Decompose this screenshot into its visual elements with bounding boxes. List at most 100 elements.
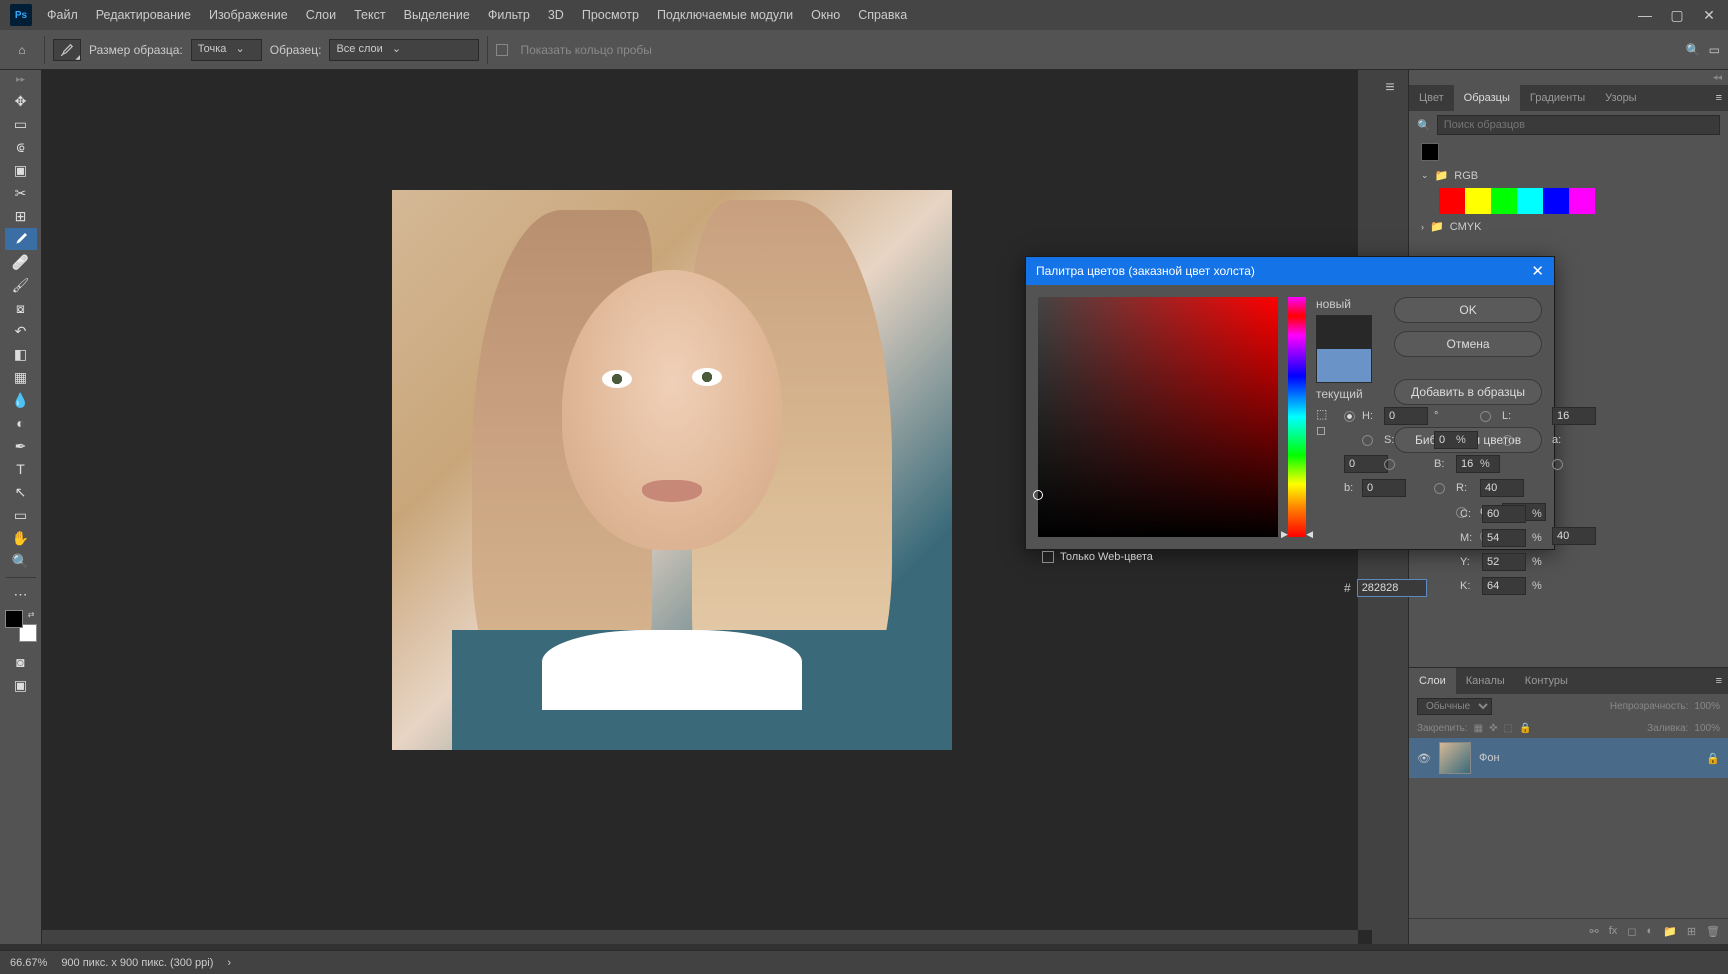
ok-button[interactable]: OK xyxy=(1394,297,1542,323)
lock-pixels-icon[interactable]: ▦ xyxy=(1474,723,1483,734)
move-tool[interactable]: ✥ xyxy=(5,90,37,112)
layer-thumbnail[interactable] xyxy=(1439,742,1471,774)
gradient-tool[interactable]: ▦ xyxy=(5,366,37,388)
foreground-color[interactable] xyxy=(5,610,23,628)
crop-tool[interactable]: ✂ xyxy=(5,182,37,204)
delete-layer-icon[interactable]: 🗑 xyxy=(1706,925,1720,938)
sample-size-dropdown[interactable]: Точка ⌄ xyxy=(191,39,262,61)
type-tool[interactable]: T xyxy=(5,458,37,480)
blend-mode-dropdown[interactable]: Обычные xyxy=(1417,698,1492,715)
swatch-red[interactable] xyxy=(1439,188,1465,214)
search-icon[interactable]: 🔍 xyxy=(1686,43,1701,57)
link-layers-icon[interactable]: ⚯ xyxy=(1590,925,1599,938)
tab-color[interactable]: Цвет xyxy=(1409,85,1454,111)
menu-image[interactable]: Изображение xyxy=(200,0,297,30)
tab-channels[interactable]: Каналы xyxy=(1456,668,1515,694)
close-button[interactable]: ✕ xyxy=(1694,3,1724,27)
menu-select[interactable]: Выделение xyxy=(395,0,479,30)
radio-r[interactable] xyxy=(1434,483,1445,494)
lock-all-icon[interactable]: 🔒 xyxy=(1519,723,1531,734)
input-m[interactable] xyxy=(1482,529,1526,547)
workspace-icon[interactable]: ▭ xyxy=(1709,43,1720,57)
input-l[interactable] xyxy=(1552,407,1596,425)
tab-paths[interactable]: Контуры xyxy=(1515,668,1578,694)
radio-s[interactable] xyxy=(1362,435,1373,446)
add-to-swatches-button[interactable]: Добавить в образцы xyxy=(1394,379,1542,405)
input-k[interactable] xyxy=(1482,577,1526,595)
input-lab-b[interactable] xyxy=(1362,479,1406,497)
dodge-tool[interactable]: ◐ xyxy=(5,412,37,434)
new-layer-icon[interactable]: ⊞ xyxy=(1687,925,1696,938)
sample-dropdown[interactable]: Все слои ⌄ xyxy=(329,39,479,61)
current-color-preview[interactable] xyxy=(1317,349,1371,382)
sv-picker-cursor[interactable] xyxy=(1033,490,1043,500)
menu-text[interactable]: Текст xyxy=(345,0,394,30)
status-chevron-icon[interactable]: › xyxy=(227,957,231,969)
minimize-button[interactable]: — xyxy=(1630,3,1660,27)
lasso-tool[interactable]: ⟃ xyxy=(5,136,37,158)
horizontal-scrollbar[interactable] xyxy=(42,930,1358,944)
menu-help[interactable]: Справка xyxy=(849,0,916,30)
swap-colors-icon[interactable]: ⇄ xyxy=(28,610,35,619)
swatch-yellow[interactable] xyxy=(1465,188,1491,214)
menu-view[interactable]: Просмотр xyxy=(573,0,648,30)
radio-a[interactable] xyxy=(1502,435,1513,446)
tab-layers[interactable]: Слои xyxy=(1409,668,1456,694)
eyedropper-tool[interactable] xyxy=(5,228,37,250)
new-color-preview[interactable] xyxy=(1317,316,1371,349)
panel-menu-icon[interactable]: ≡ xyxy=(1710,675,1728,687)
radio-bv[interactable] xyxy=(1384,459,1395,470)
menu-layers[interactable]: Слои xyxy=(297,0,345,30)
layer-fx-icon[interactable]: fx xyxy=(1609,925,1618,938)
home-icon[interactable]: ⌂ xyxy=(8,36,36,64)
marquee-tool[interactable]: ▭ xyxy=(5,113,37,135)
swatch-search-input[interactable] xyxy=(1437,115,1720,135)
eraser-tool[interactable]: ◧ xyxy=(5,343,37,365)
path-select-tool[interactable]: ↖ xyxy=(5,481,37,503)
object-select-tool[interactable]: ▣ xyxy=(5,159,37,181)
opacity-value[interactable]: 100% xyxy=(1694,701,1720,712)
menu-file[interactable]: Файл xyxy=(38,0,87,30)
history-panel-icon[interactable]: ≡ xyxy=(1378,76,1402,100)
screen-mode-tool[interactable]: ▣ xyxy=(5,674,37,696)
quick-mask-tool[interactable]: ◙ xyxy=(5,651,37,673)
menu-edit[interactable]: Редактирование xyxy=(87,0,200,30)
layer-mask-icon[interactable]: ◻ xyxy=(1627,925,1636,938)
input-y[interactable] xyxy=(1482,553,1526,571)
input-c[interactable] xyxy=(1482,505,1526,523)
dialog-close-icon[interactable]: ✕ xyxy=(1531,262,1544,280)
adjustment-layer-icon[interactable]: ◐ xyxy=(1646,925,1653,938)
radio-lab-b[interactable] xyxy=(1552,459,1563,470)
layer-row-background[interactable]: 👁 Фон 🔒 xyxy=(1409,738,1728,778)
websafe-warning-icon[interactable]: ◻ xyxy=(1316,423,1327,437)
saturation-value-field[interactable] xyxy=(1038,297,1278,537)
healing-tool[interactable]: 🩹 xyxy=(5,251,37,273)
swatch-folder-rgb[interactable]: ⌄📁RGB xyxy=(1409,165,1728,186)
zoom-tool[interactable]: 🔍 xyxy=(5,550,37,572)
lock-artboard-icon[interactable]: ⬚ xyxy=(1504,723,1513,734)
input-hex[interactable] xyxy=(1357,579,1427,597)
swatch-cyan[interactable] xyxy=(1517,188,1543,214)
hand-tool[interactable]: ✋ xyxy=(5,527,37,549)
current-swatch[interactable] xyxy=(1421,143,1439,161)
tab-swatches[interactable]: Образцы xyxy=(1454,85,1520,111)
swatch-green[interactable] xyxy=(1491,188,1517,214)
menu-filter[interactable]: Фильтр xyxy=(479,0,539,30)
shape-tool[interactable]: ▭ xyxy=(5,504,37,526)
gamut-warning-icon[interactable]: ⬚ xyxy=(1316,407,1327,421)
input-h[interactable] xyxy=(1384,407,1428,425)
tab-gradients[interactable]: Градиенты xyxy=(1520,85,1595,111)
maximize-button[interactable]: ▢ xyxy=(1662,3,1692,27)
pen-tool[interactable]: ✒ xyxy=(5,435,37,457)
visibility-icon[interactable]: 👁 xyxy=(1417,752,1431,765)
stamp-tool[interactable]: ⧇ xyxy=(5,297,37,319)
lock-position-icon[interactable]: ✜ xyxy=(1489,723,1497,734)
input-r[interactable] xyxy=(1480,479,1524,497)
edit-toolbar[interactable]: ⋯ xyxy=(5,583,37,605)
menu-window[interactable]: Окно xyxy=(802,0,849,30)
input-b[interactable] xyxy=(1552,527,1596,545)
input-a[interactable] xyxy=(1344,455,1388,473)
tool-preset-picker[interactable] xyxy=(53,39,81,61)
frame-tool[interactable]: ⊞ xyxy=(5,205,37,227)
fill-value[interactable]: 100% xyxy=(1694,723,1720,734)
